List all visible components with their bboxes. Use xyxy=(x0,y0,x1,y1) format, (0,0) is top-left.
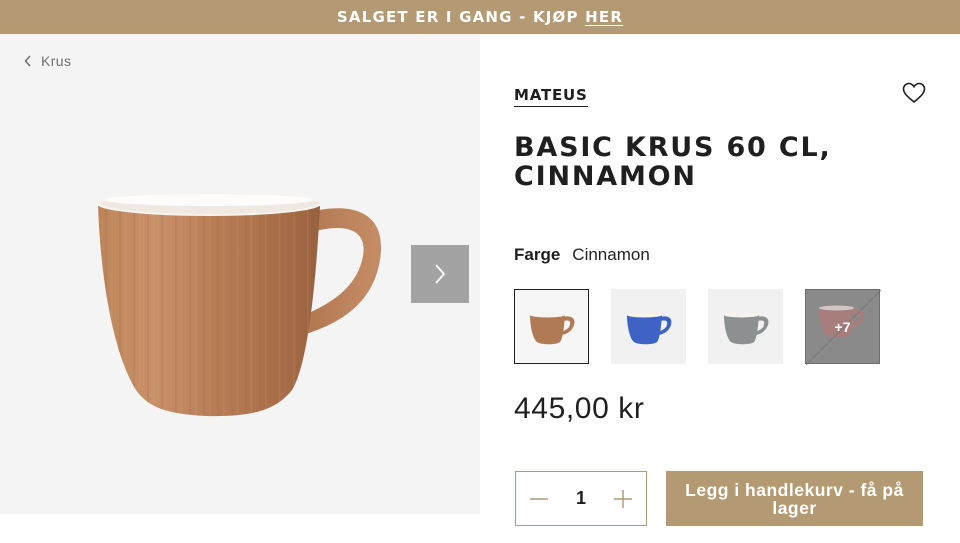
mug-thumbnail-icon xyxy=(529,312,574,344)
quantity-value[interactable]: 1 xyxy=(576,488,586,509)
promo-banner: SALGET ER I GANG - KJØP HER xyxy=(0,0,960,34)
favorite-button[interactable] xyxy=(902,82,926,109)
product-price: 445,00 kr xyxy=(514,392,645,425)
color-row: Farge Cinnamon xyxy=(514,245,650,265)
product-title: BASIC KRUS 60 CL, CINNAMON xyxy=(514,132,832,192)
brand-link[interactable]: MATEUS xyxy=(514,86,588,107)
swatch-cinnamon[interactable] xyxy=(514,289,589,364)
color-value: Cinnamon xyxy=(572,245,650,264)
chevron-left-icon xyxy=(24,55,31,67)
decrease-quantity-button[interactable] xyxy=(526,486,552,512)
heart-icon xyxy=(902,82,926,104)
quantity-stepper: 1 xyxy=(515,471,647,526)
plus-icon xyxy=(613,489,632,508)
increase-quantity-button[interactable] xyxy=(610,486,636,512)
more-colors-count: +7 xyxy=(834,318,851,335)
add-to-cart-button[interactable]: Legg i handlekurv - få på lager xyxy=(666,471,923,526)
swatch-blue[interactable] xyxy=(611,289,686,364)
swatch-grey[interactable] xyxy=(708,289,783,364)
minus-icon xyxy=(530,497,548,500)
product-image xyxy=(97,192,382,417)
product-gallery: Krus xyxy=(0,34,480,514)
swatch-more[interactable]: +7 xyxy=(805,289,881,365)
promo-link[interactable]: HER xyxy=(585,8,623,26)
chevron-right-icon xyxy=(435,264,446,284)
mug-thumbnail-icon xyxy=(626,312,671,344)
breadcrumb[interactable]: Krus xyxy=(24,53,71,69)
mug-thumbnail-icon xyxy=(723,312,768,344)
promo-text: SALGET ER I GANG - KJØP xyxy=(336,8,579,26)
color-swatches: +7 xyxy=(514,289,881,365)
color-label: Farge xyxy=(514,245,561,264)
product-info: MATEUS BASIC KRUS 60 CL, CINNAMON Farge … xyxy=(480,34,960,543)
gallery-next-button[interactable] xyxy=(411,245,469,303)
breadcrumb-label: Krus xyxy=(41,53,72,69)
